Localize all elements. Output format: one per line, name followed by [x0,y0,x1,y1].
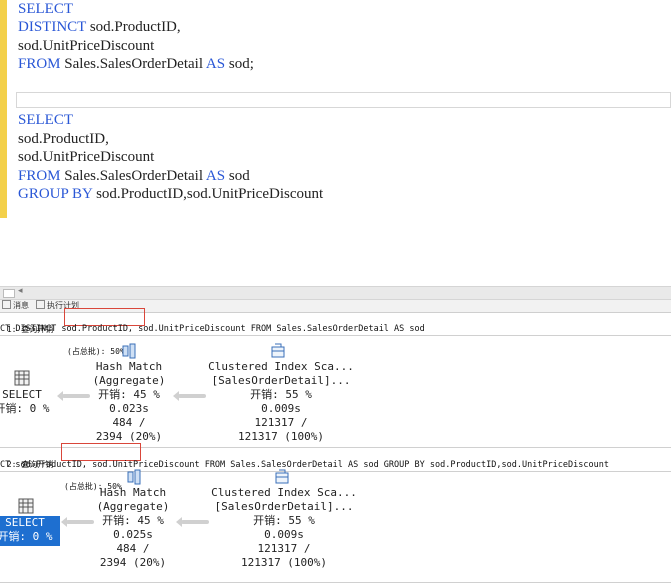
sql-token: sod [225,168,250,184]
op-time: 0.009s [261,402,301,415]
code-line: sod.ProductID, [18,130,109,148]
code-line: DISTINCT sod.ProductID, [18,18,181,36]
op-est: 2394 (20%) [95,430,163,443]
current-line-highlight [16,92,671,108]
code-line: GROUP BY sod.ProductID,sod.UnitPriceDisc… [18,185,323,203]
op-est: 121317 (100%) [237,430,325,443]
change-tracking-bar [0,0,7,218]
query-2-header: 2: 查询开销 (占总批): 50% [0,443,671,491]
sql-keyword: AS [205,56,226,72]
sql-editor[interactable]: SELECT DISTINCT sod.ProductID, sod.UnitPri… [0,0,671,286]
code-line: sod.UnitPriceDiscount [18,37,154,55]
zoom-dropdown[interactable] [3,289,15,298]
editor-horizontal-scrollbar[interactable]: ◂ [0,286,671,300]
op-time: 0.025s [113,528,153,541]
code-line: SELECT [18,111,73,129]
op-sub: [SalesOrderDetail]... [211,374,351,387]
query-1-header-cost: (占总批): 50% [67,347,125,356]
bottom-border [0,582,671,583]
sql-keyword: FROM [18,168,61,184]
sql-token: sod.ProductID, [86,19,181,35]
op-time: 0.023s [109,402,149,415]
op-name: Clustered Index Sca... [208,360,354,373]
clustered-index-scan-node-2[interactable]: Clustered Index Sca... [SalesOrderDetail… [209,486,359,570]
clustered-index-scan-icon[interactable] [275,469,291,485]
hash-match-node-2[interactable]: Hash Match (Aggregate) 开销: 45 % 0.025s 4… [58,486,208,570]
sql-keyword: SELECT [18,112,73,128]
sql-keyword: DISTINCT [18,19,87,35]
op-rows: 121317 / [257,542,311,555]
op-cost: 开销: 55 % [250,388,312,401]
flow-arrow [173,391,206,401]
op-rows: 121317 / [254,416,308,429]
clustered-index-scan-icon[interactable] [271,343,287,359]
execution-plan-icon [36,300,45,309]
code-line: SELECT [18,0,73,18]
op-name: Hash Match [95,360,163,373]
op-name: Clustered Index Sca... [211,486,357,499]
flow-arrow [176,517,209,527]
op-est: 121317 (100%) [240,556,328,569]
hash-match-icon[interactable] [126,469,142,485]
select-label: SELECT [5,516,45,529]
op-est: 2394 (20%) [99,556,167,569]
sql-token: sod.UnitPriceDiscount [18,149,155,165]
code-line: FROM Sales.SalesOrderDetail AS sod; [18,55,254,73]
hash-match-icon[interactable] [121,343,137,359]
scroll-left-arrow-icon[interactable]: ◂ [18,286,23,296]
select-label: SELECT [2,388,42,401]
sql-token: Sales.SalesOrderDetail [60,56,206,72]
op-rows: 484 / [116,542,150,555]
select-cost: 开销: 0 % [0,402,50,415]
op-name: Hash Match [99,486,167,499]
sql-keyword: GROUP BY [18,186,93,202]
select-icon[interactable] [18,498,34,514]
op-rows: 484 / [112,416,146,429]
sql-token: sod.UnitPriceDiscount [18,38,155,54]
sql-token: sod.ProductID, [18,131,109,147]
code-line: sod.UnitPriceDiscount [18,148,154,166]
sql-token: sod.ProductID,sod.UnitPriceDiscount [92,186,324,202]
tab-messages-label: 消息 [13,301,29,310]
op-sub: (Aggregate) [92,374,166,387]
query-1-sql: CT DISTINCT sod.ProductID, sod.UnitPrice… [0,323,671,336]
select-cost: 开销: 0 % [0,530,53,543]
tab-messages[interactable]: 消息 [2,300,29,312]
messages-icon [2,300,11,309]
select-icon[interactable] [14,370,30,386]
clustered-index-scan-node-1[interactable]: Clustered Index Sca... [SalesOrderDetail… [206,360,356,444]
sql-token: Sales.SalesOrderDetail [60,168,206,184]
op-sub: [SalesOrderDetail]... [214,500,354,513]
sql-keyword: FROM [18,56,61,72]
code-line: FROM Sales.SalesOrderDetail AS sod [18,167,250,185]
op-cost: 开销: 55 % [253,514,315,527]
hash-match-node-1[interactable]: Hash Match (Aggregate) 开销: 45 % 0.023s 4… [54,360,204,444]
op-time: 0.009s [264,528,304,541]
sql-token: sod; [225,56,254,72]
query-2-sql: CT sod.ProductID, sod.UnitPriceDiscount … [0,459,671,472]
op-sub: (Aggregate) [96,500,170,513]
op-cost: 开销: 45 % [102,514,164,527]
sql-keyword: SELECT [18,1,73,17]
op-cost: 开销: 45 % [98,388,160,401]
sql-keyword: AS [205,168,226,184]
